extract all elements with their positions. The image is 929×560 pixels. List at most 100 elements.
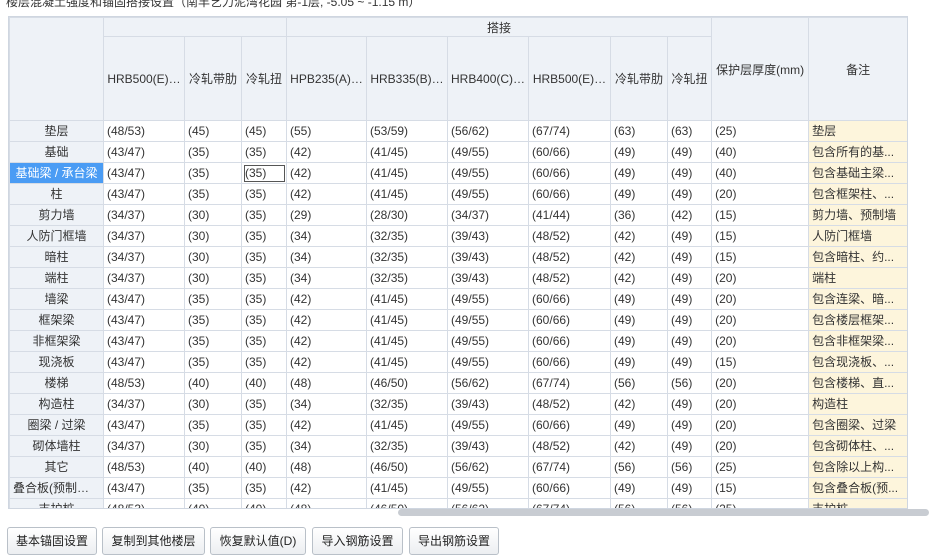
row-label[interactable]: 剪力墙 bbox=[9, 204, 104, 226]
value-cell[interactable]: (35) bbox=[184, 309, 242, 331]
value-cell[interactable]: (49) bbox=[610, 330, 669, 352]
value-cell[interactable]: (42) bbox=[667, 204, 713, 226]
value-cell[interactable]: (20) bbox=[711, 372, 810, 394]
value-cell[interactable]: (43/47) bbox=[103, 330, 185, 352]
value-cell[interactable]: (40) bbox=[184, 456, 242, 478]
value-cell[interactable]: (40) bbox=[711, 162, 810, 184]
value-cell[interactable]: (34/37) bbox=[447, 204, 530, 226]
value-cell[interactable]: (35) bbox=[240, 204, 288, 226]
value-cell[interactable]: (30) bbox=[184, 435, 242, 457]
value-cell[interactable]: (35) bbox=[240, 267, 288, 289]
lap-hrb335-header[interactable]: HRB335(B)… bbox=[366, 36, 449, 121]
value-cell[interactable]: (40) bbox=[240, 456, 288, 478]
value-cell[interactable]: (20) bbox=[711, 330, 810, 352]
value-cell[interactable]: (49/55) bbox=[447, 141, 530, 163]
value-cell[interactable]: (40) bbox=[184, 498, 242, 508]
value-cell[interactable]: (34/37) bbox=[103, 267, 185, 289]
value-cell[interactable]: (15) bbox=[711, 225, 810, 247]
value-cell[interactable]: (49) bbox=[610, 414, 669, 436]
value-cell[interactable]: (41/45) bbox=[366, 162, 449, 184]
value-cell[interactable]: (45) bbox=[240, 120, 288, 142]
value-cell[interactable]: (46/50) bbox=[366, 456, 449, 478]
value-cell[interactable]: (56) bbox=[667, 456, 713, 478]
basic-anchor-settings-button[interactable]: 基本锚固设置 bbox=[7, 527, 97, 555]
value-cell[interactable]: (40) bbox=[240, 498, 288, 508]
remark-cell[interactable]: 剪力墙、预制墙 bbox=[808, 204, 907, 226]
value-cell[interactable]: (56/62) bbox=[447, 120, 530, 142]
value-cell[interactable]: (43/47) bbox=[103, 288, 185, 310]
value-cell[interactable]: (35) bbox=[240, 246, 288, 268]
value-cell[interactable]: (48/52) bbox=[528, 267, 612, 289]
value-cell[interactable]: (35) bbox=[240, 393, 288, 415]
value-cell[interactable]: (43/47) bbox=[103, 309, 185, 331]
value-cell[interactable]: (35) bbox=[240, 225, 288, 247]
value-cell[interactable]: (34) bbox=[286, 435, 368, 457]
value-cell[interactable]: (48/52) bbox=[528, 246, 612, 268]
value-cell[interactable]: (60/66) bbox=[528, 162, 612, 184]
value-cell[interactable]: (55) bbox=[286, 120, 368, 142]
value-cell[interactable]: (32/35) bbox=[366, 225, 449, 247]
value-cell[interactable]: (42) bbox=[286, 141, 368, 163]
value-cell[interactable]: (48/52) bbox=[528, 225, 612, 247]
value-cell[interactable]: (34/37) bbox=[103, 204, 185, 226]
value-cell[interactable]: (43/47) bbox=[103, 414, 185, 436]
remark-cell[interactable]: 包含非框架梁... bbox=[808, 330, 907, 352]
value-cell[interactable]: (20) bbox=[711, 414, 810, 436]
row-label[interactable]: 楼梯 bbox=[9, 372, 104, 394]
value-cell[interactable]: (41/45) bbox=[366, 183, 449, 205]
row-label[interactable]: 基础梁 / 承台梁 bbox=[9, 162, 104, 184]
value-cell[interactable]: (42) bbox=[286, 183, 368, 205]
remark-cell[interactable]: 包含框架柱、... bbox=[808, 183, 907, 205]
value-cell[interactable]: (35) bbox=[240, 288, 288, 310]
value-cell[interactable]: (48) bbox=[286, 372, 368, 394]
value-cell[interactable]: (67/74) bbox=[528, 372, 612, 394]
row-label[interactable]: 人防门框墙 bbox=[9, 225, 104, 247]
remark-cell[interactable]: 端柱 bbox=[808, 267, 907, 289]
value-cell[interactable]: (39/43) bbox=[447, 246, 530, 268]
value-cell[interactable]: (29) bbox=[286, 204, 368, 226]
value-cell[interactable]: (15) bbox=[711, 477, 810, 499]
value-cell[interactable]: (42) bbox=[610, 393, 669, 415]
import-rebar-settings-button[interactable]: 导入钢筋设置 bbox=[312, 527, 403, 555]
value-cell[interactable]: (60/66) bbox=[528, 414, 612, 436]
value-cell[interactable]: (30) bbox=[184, 225, 242, 247]
row-label[interactable]: 构造柱 bbox=[9, 393, 104, 415]
value-cell[interactable]: (42) bbox=[286, 351, 368, 373]
value-cell[interactable]: (48/53) bbox=[103, 498, 185, 508]
row-label[interactable]: 垫层 bbox=[9, 120, 104, 142]
remark-cell[interactable]: 包含砌体柱、... bbox=[808, 435, 907, 457]
value-cell[interactable]: (20) bbox=[711, 435, 810, 457]
value-cell[interactable]: (40) bbox=[240, 372, 288, 394]
value-cell[interactable]: (49) bbox=[610, 309, 669, 331]
remark-cell[interactable]: 包含圈梁、过梁 bbox=[808, 414, 907, 436]
value-cell[interactable]: (56/62) bbox=[447, 456, 530, 478]
value-cell[interactable]: (67/74) bbox=[528, 456, 612, 478]
value-cell[interactable]: (60/66) bbox=[528, 309, 612, 331]
value-cell[interactable]: (36) bbox=[610, 204, 669, 226]
remark-cell[interactable]: 包含连梁、暗... bbox=[808, 288, 907, 310]
value-cell[interactable]: (49) bbox=[667, 414, 713, 436]
row-label[interactable]: 其它 bbox=[9, 456, 104, 478]
value-cell[interactable]: (35) bbox=[240, 477, 288, 499]
value-cell[interactable]: (20) bbox=[711, 309, 810, 331]
value-cell[interactable]: (42) bbox=[286, 288, 368, 310]
value-cell[interactable]: (25) bbox=[711, 456, 810, 478]
value-cell[interactable]: (42) bbox=[610, 435, 669, 457]
value-cell[interactable]: (40) bbox=[184, 372, 242, 394]
remark-cell[interactable]: 支护桩 bbox=[808, 498, 907, 508]
value-cell[interactable]: (35) bbox=[240, 162, 288, 184]
value-cell[interactable]: (39/43) bbox=[447, 393, 530, 415]
restore-defaults-button[interactable]: 恢复默认值(D) bbox=[210, 527, 306, 555]
value-cell[interactable]: (20) bbox=[711, 288, 810, 310]
remark-cell[interactable]: 包含楼梯、直... bbox=[808, 372, 907, 394]
anchor-hrb500-header[interactable]: HRB500(E)… bbox=[103, 36, 185, 121]
value-cell[interactable]: (49/55) bbox=[447, 477, 530, 499]
value-cell[interactable]: (43/47) bbox=[103, 162, 185, 184]
value-cell[interactable]: (32/35) bbox=[366, 267, 449, 289]
value-cell[interactable]: (42) bbox=[286, 414, 368, 436]
value-cell[interactable]: (15) bbox=[711, 204, 810, 226]
value-cell[interactable]: (35) bbox=[184, 477, 242, 499]
value-cell[interactable]: (20) bbox=[711, 267, 810, 289]
value-cell[interactable]: (56) bbox=[667, 498, 713, 508]
value-cell[interactable]: (60/66) bbox=[528, 183, 612, 205]
